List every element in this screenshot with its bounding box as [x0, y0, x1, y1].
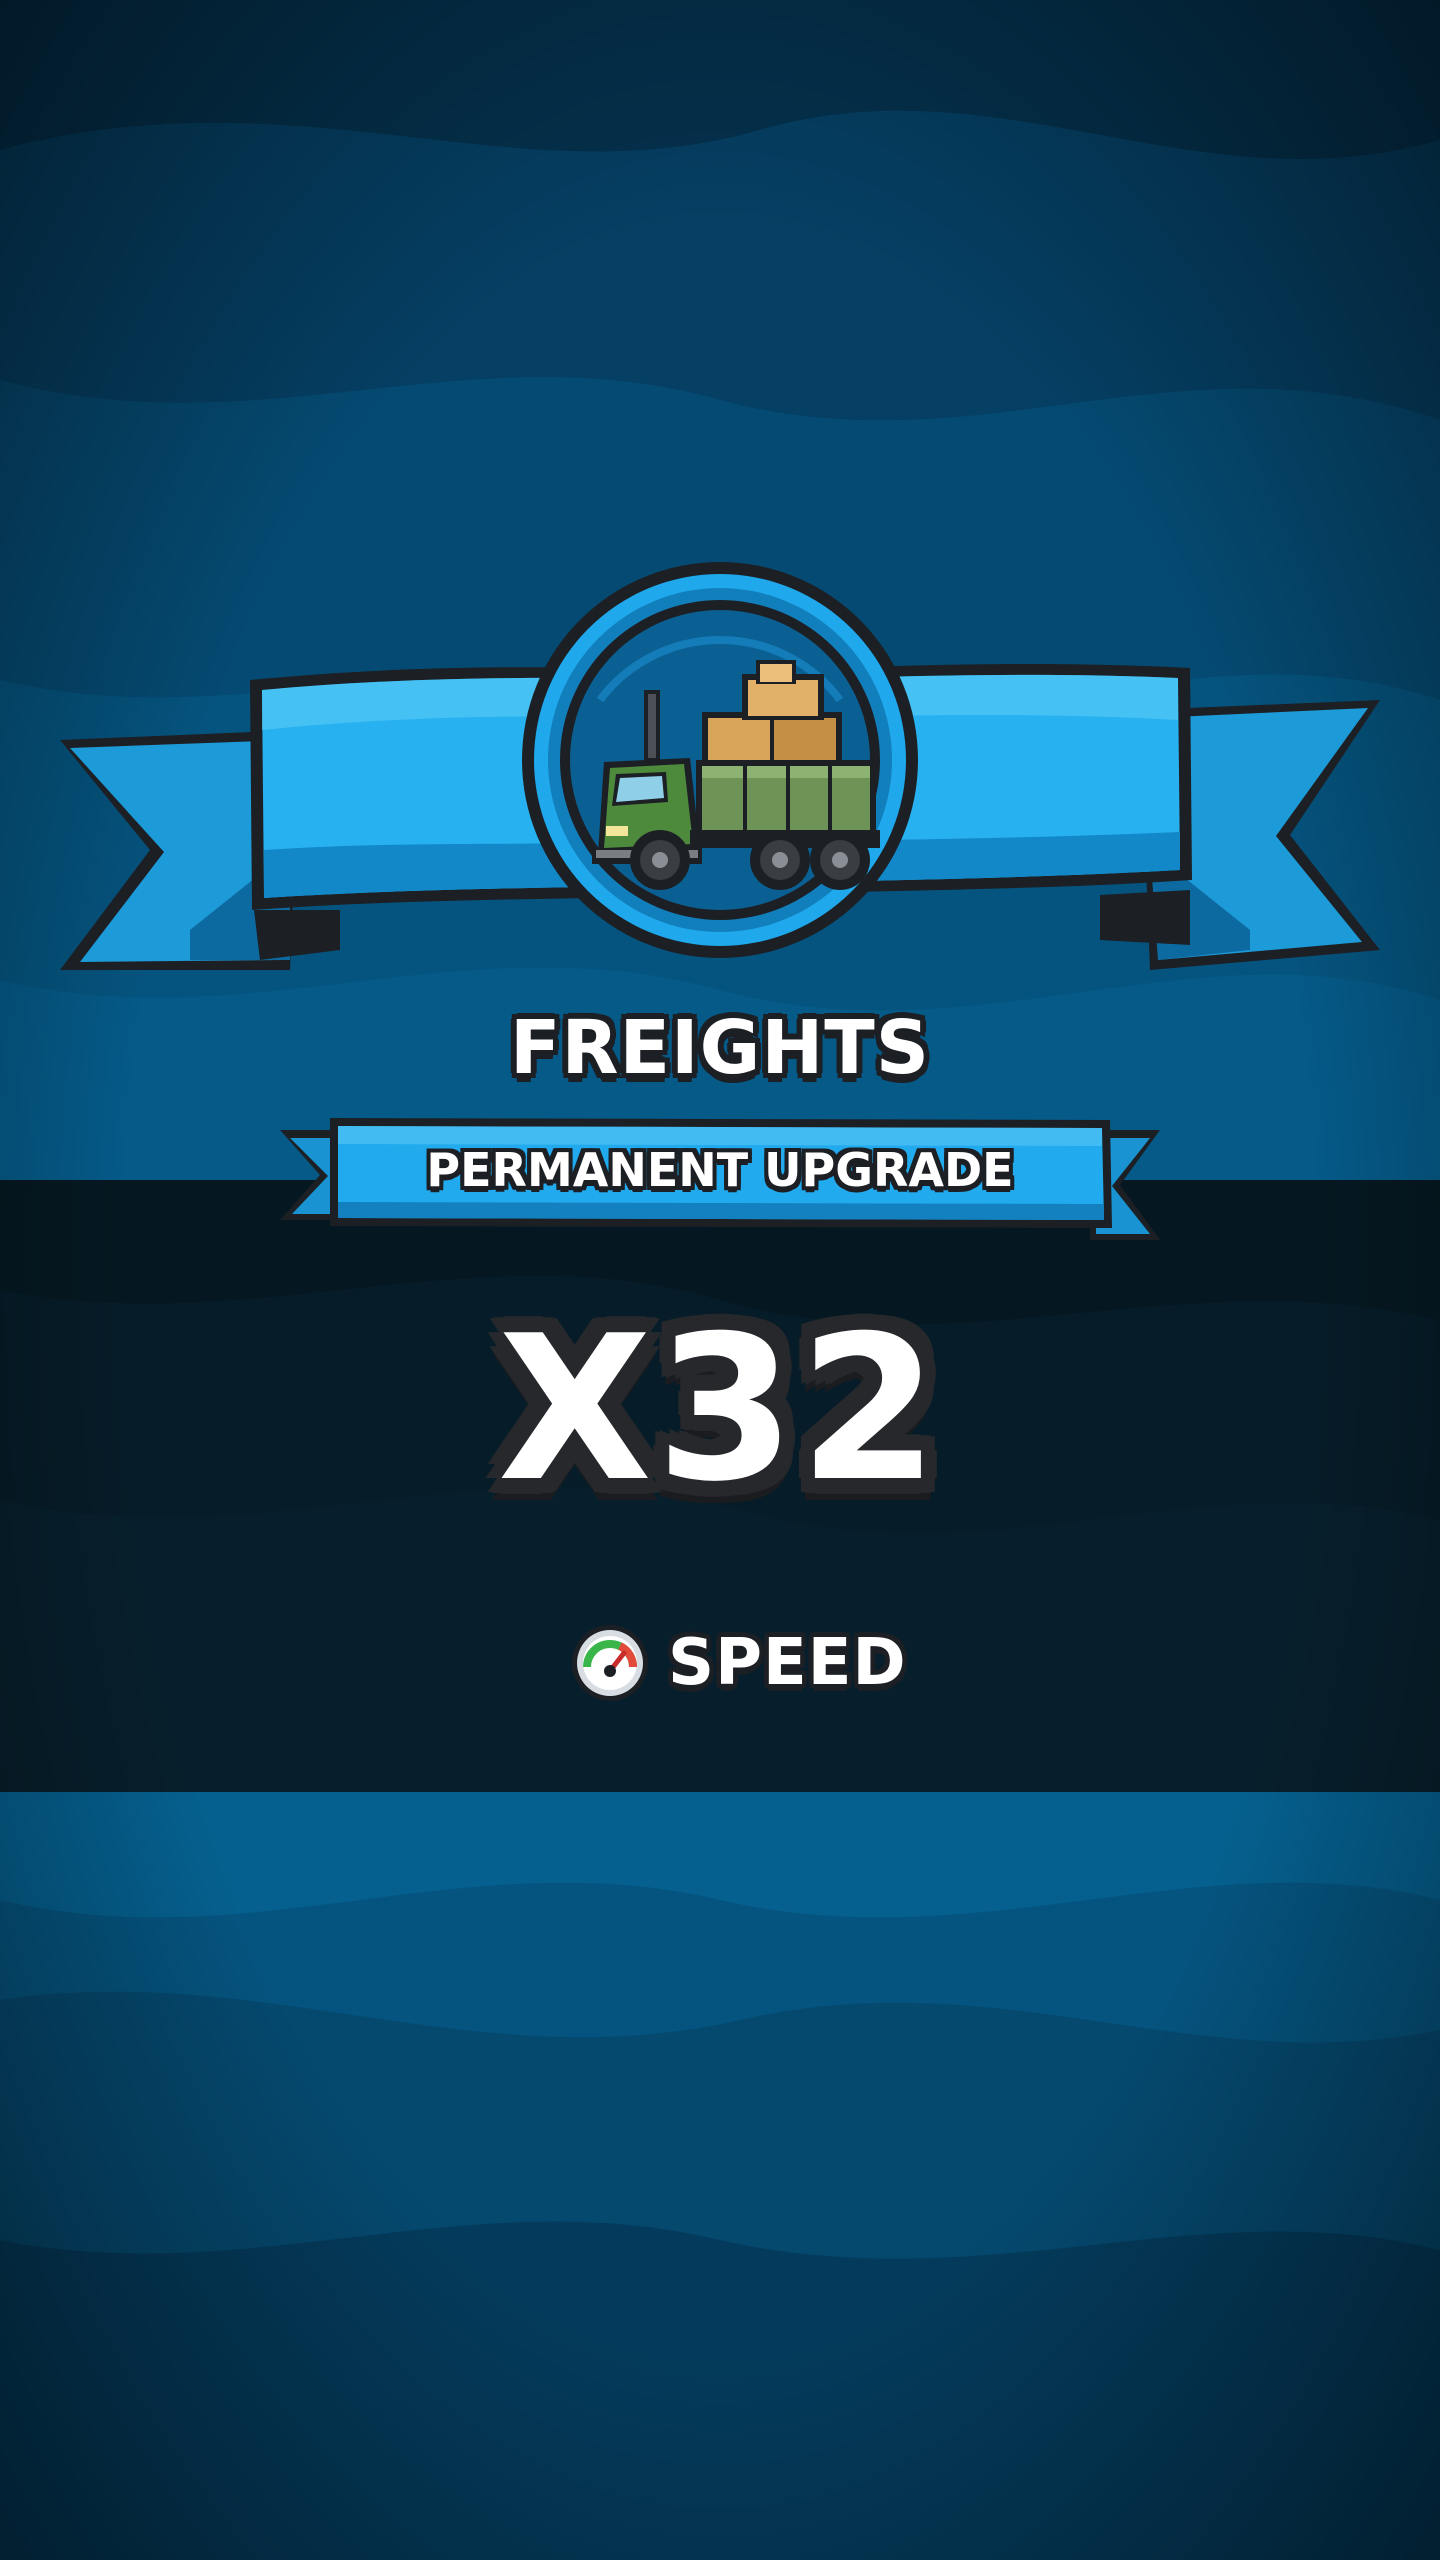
reward-subtitle: PERMANENT UPGRADE	[426, 1143, 1014, 1197]
background	[0, 0, 1440, 2560]
speedometer-icon	[572, 1625, 648, 1701]
reward-screen[interactable]: FREIGHTS PERMANENT UPGRADE X32 SPEED	[0, 0, 1440, 2560]
reward-title: FREIGHTS	[509, 1005, 931, 1091]
stat-label: SPEED	[668, 1626, 907, 1700]
reward-emblem	[60, 562, 1380, 970]
reward-multiplier: X32	[497, 1293, 943, 1526]
stat-row: SPEED	[570, 1618, 907, 1708]
